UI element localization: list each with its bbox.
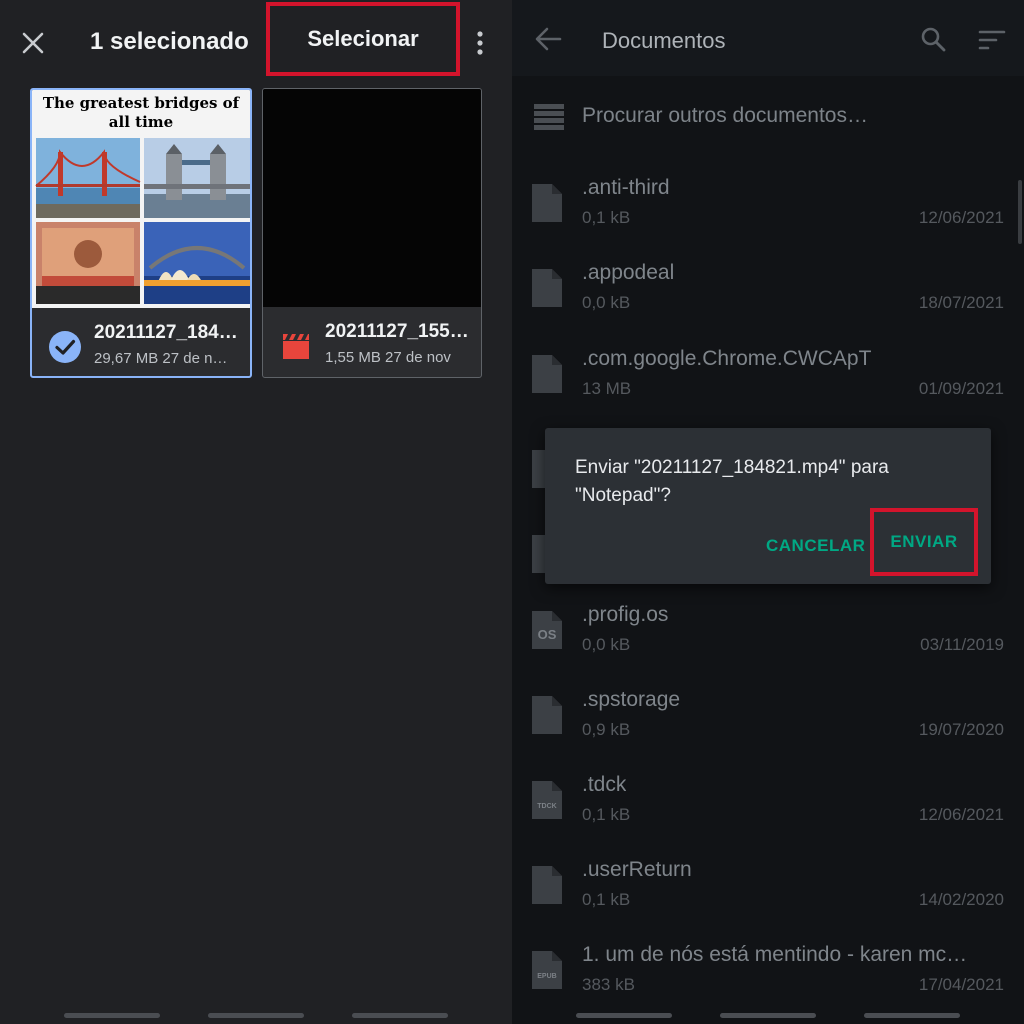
os-file-icon: OS [532,611,562,649]
select-button-label: Selecionar [307,26,419,51]
tdck-file-icon: TDCK [532,781,562,819]
nav-handle [64,1013,160,1018]
selection-toolbar: 1 selecionado Selecionar [0,0,512,88]
document-size: 13 MB [582,379,632,398]
file-icon [532,269,562,307]
scrollbar[interactable] [1018,180,1022,244]
document-row[interactable]: .userReturn 0,1 kB 14/02/2020 [512,856,1024,940]
document-date: 12/06/2021 [918,208,1004,227]
app-bar: Documentos [512,0,1024,76]
file-meta: 20211127_155… 1,55 MB 27 de nov [263,307,481,377]
document-size: 0,1 kB [582,890,631,909]
document-date: 18/07/2021 [918,293,1004,312]
document-name: .spstorage [582,688,681,711]
file-tile-1[interactable]: The greatest bridges of all time 2021112… [30,88,252,378]
video-thumbnail [263,89,481,307]
browse-label: Procurar outros documentos… [582,104,868,127]
document-size: 0,0 kB [582,293,631,312]
nav-handle [864,1013,960,1018]
file-info: 29,67 MB 27 de n… [94,350,228,367]
file-name: 20211127_184… [94,322,238,343]
bridges-thumbnail: The greatest bridges of all time [32,90,250,308]
send-button[interactable]: ENVIAR [870,508,978,576]
document-row[interactable]: OS .profig.os 0,0 kB 03/11/2019 [512,601,1024,685]
bridges-collage-image [35,138,250,304]
selected-count: 1 selecionado [90,28,249,55]
file-info: 1,55 MB 27 de nov [325,349,451,366]
file-name: 20211127_155… [325,321,469,342]
sort-icon[interactable] [978,28,1006,52]
file-icon [532,355,562,393]
epub-file-icon: EPUB [532,951,562,989]
back-arrow-icon[interactable] [534,26,562,52]
document-date: 17/04/2021 [918,975,1004,994]
document-size: 383 kB [582,975,635,994]
document-row[interactable]: .com.google.Chrome.CWCApT 13 MB 01/09/20… [512,345,1024,429]
document-name: .userReturn [582,858,692,881]
document-size: 0,9 kB [582,720,631,739]
thumbnail-title: The greatest bridges of all time [42,94,240,131]
nav-handle [208,1013,304,1018]
document-name: .anti-third [582,176,670,199]
search-icon[interactable] [920,26,946,52]
file-tile-2[interactable]: 20211127_155… 1,55 MB 27 de nov [262,88,482,378]
video-clapper-icon [283,334,309,359]
browse-other-documents[interactable]: Procurar outros documentos… [512,96,1024,144]
document-date: 19/07/2020 [918,720,1004,739]
document-name: 1. um de nós está mentindo - karen mc… [582,943,968,966]
list-icon [534,104,564,130]
close-icon[interactable] [20,30,46,56]
cancel-button[interactable]: CANCELAR [766,536,865,556]
document-row[interactable]: TDCK .tdck 0,1 kB 12/06/2021 [512,771,1024,855]
document-name: .profig.os [582,603,669,626]
document-row[interactable]: .spstorage 0,9 kB 19/07/2020 [512,686,1024,770]
document-row[interactable]: EPUB 1. um de nós está mentindo - karen … [512,941,1024,1024]
nav-handle [352,1013,448,1018]
epub-icon-label: EPUB [537,973,556,980]
more-options-icon[interactable] [472,30,488,56]
nav-handle [720,1013,816,1018]
send-button-label: ENVIAR [890,532,958,551]
file-icon [532,184,562,222]
document-date: 14/02/2020 [918,890,1004,909]
check-circle-icon[interactable] [48,330,82,364]
document-date: 01/09/2021 [918,379,1004,398]
document-name: .com.google.Chrome.CWCApT [582,347,872,370]
document-size: 0,1 kB [582,208,631,227]
document-size: 0,0 kB [582,635,631,654]
document-row[interactable]: .anti-third 0,1 kB 12/06/2021 [512,174,1024,258]
document-name: .appodeal [582,261,675,284]
page-title: Documentos [602,28,726,53]
nav-handle [576,1013,672,1018]
document-size: 0,1 kB [582,805,631,824]
document-row[interactable]: .appodeal 0,0 kB 18/07/2021 [512,259,1024,343]
select-button[interactable]: Selecionar [266,2,460,76]
os-icon-label: OS [538,627,557,642]
dialog-message: Enviar "20211127_184821.mp4" para "Notep… [575,457,889,506]
document-date: 03/11/2019 [920,635,1004,654]
file-icon [532,696,562,734]
file-picker-panel: 1 selecionado Selecionar The greatest br… [0,0,512,1024]
document-name: .tdck [582,773,627,796]
tdck-icon-label: TDCK [537,803,556,810]
file-meta: 20211127_184… 29,67 MB 27 de n… [32,308,250,376]
document-date: 12/06/2021 [918,805,1004,824]
send-confirm-dialog: Enviar "20211127_184821.mp4" para "Notep… [545,428,991,584]
file-icon [532,866,562,904]
